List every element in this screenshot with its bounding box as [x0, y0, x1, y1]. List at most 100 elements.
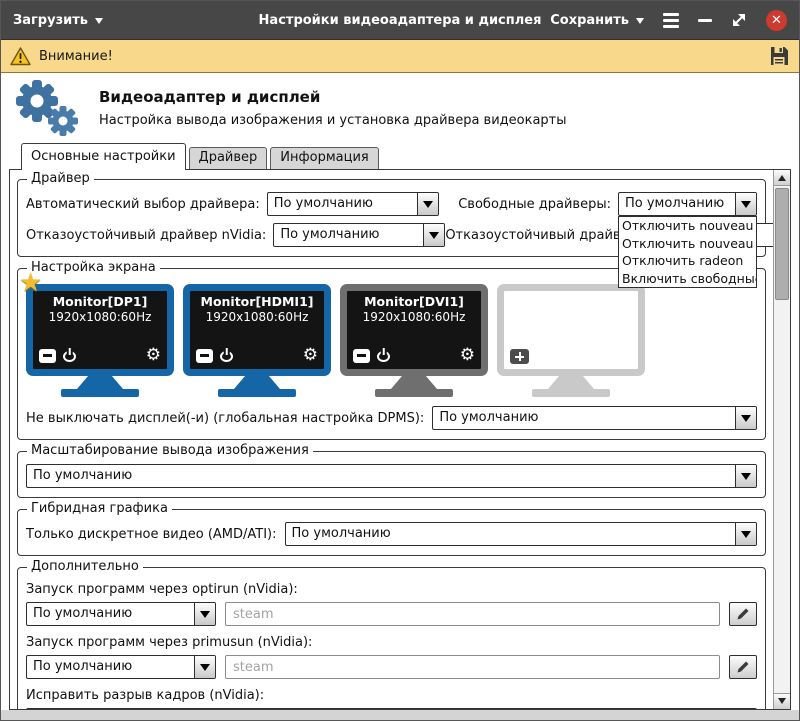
power-icon[interactable]: [220, 349, 233, 362]
monitor-stand: [548, 376, 594, 389]
dropdown-option[interactable]: Отключить radeon: [619, 252, 756, 270]
extra-group: Дополнительно Запуск программ через opti…: [17, 567, 766, 709]
page-subtitle: Настройка вывода изображения и установка…: [99, 113, 567, 128]
monitor-resolution: 1920x1080:60Hz: [353, 310, 475, 324]
tab-bar: Основные настройки Драйвер Информация: [1, 143, 799, 169]
discrete-video-label: Только дискретное видео (AMD/ATI):: [26, 527, 277, 542]
dropdown-option[interactable]: Отключить nouveau и: [619, 217, 756, 235]
disable-monitor-button[interactable]: [196, 349, 213, 363]
chevron-down-icon: [735, 523, 756, 545]
monitor-name: Monitor[DVI1]: [353, 294, 475, 309]
monitor-stand: [77, 376, 123, 389]
monitor-name: Monitor[DP1]: [39, 294, 161, 309]
vertical-scrollbar[interactable]: [773, 170, 790, 709]
scaling-group: Масштабирование вывода изображения По ум…: [17, 451, 766, 498]
power-icon[interactable]: [63, 349, 76, 362]
auto-driver-label: Автоматический выбор драйвера:: [26, 197, 260, 212]
add-monitor-button[interactable]: [510, 349, 529, 364]
monitor-card-hdmi1[interactable]: Monitor[HDMI1] 1920x1080:60Hz ⚙: [183, 284, 331, 397]
auto-driver-select[interactable]: По умолчанию: [267, 192, 439, 216]
monitor-card-dp1[interactable]: ★ Monitor[DP1] 1920x1080:60Hz ⚙: [26, 284, 174, 397]
minimize-button[interactable]: [698, 19, 712, 22]
monitor-resolution: 1920x1080:60Hz: [196, 310, 318, 324]
close-icon: ✕: [771, 14, 782, 27]
optirun-label: Запуск программ через optirun (nVidia):: [26, 582, 757, 597]
tab-information[interactable]: Информация: [270, 147, 378, 169]
content-panel: Драйвер Автоматический выбор драйвера: П…: [9, 169, 791, 710]
primusrun-label: Запуск программ через primusun (nVidia):: [26, 635, 757, 650]
tearing-fix-label: Исправить разрыв кадров (nVidia):: [26, 688, 757, 703]
pencil-icon: [736, 607, 750, 621]
monitor-stand: [234, 376, 280, 389]
failsafe-nvidia-label: Отказоустойчивый драйвер nVidia:: [26, 228, 266, 243]
page-header: Видеоадаптер и дисплей Настройка вывода …: [1, 73, 799, 143]
chevron-down-icon: [417, 193, 438, 215]
save-file-button[interactable]: [768, 45, 790, 67]
save-button[interactable]: Сохранить: [550, 13, 644, 28]
screen-group: Настройка экрана ★ Monitor[DP1] 1920x108…: [17, 268, 766, 440]
monitor-stand-base: [61, 389, 139, 397]
load-button[interactable]: Загрузить: [13, 13, 103, 28]
primusrun-select[interactable]: По умолчанию: [26, 655, 216, 679]
dropdown-option[interactable]: Отключить nouveau: [619, 235, 756, 253]
monitor-stand: [391, 376, 437, 389]
selected-value: По умолчанию: [27, 603, 194, 625]
scrollbar-track[interactable]: [774, 186, 790, 693]
chevron-down-icon: [735, 193, 756, 215]
monitor-stand-base: [218, 389, 296, 397]
free-drivers-select[interactable]: По умолчанию: [618, 192, 757, 216]
warning-text: Внимание!: [39, 49, 113, 64]
save-button-label: Сохранить: [550, 13, 629, 28]
monitor-settings-gear-icon[interactable]: ⚙: [146, 347, 161, 364]
monitor-name: Monitor[HDMI1]: [196, 294, 318, 309]
optirun-command-input[interactable]: [225, 602, 720, 626]
window-bottom-edge: [1, 710, 799, 720]
disable-monitor-button[interactable]: [39, 349, 56, 363]
tearing-fix-select[interactable]: По умолчанию: [26, 708, 757, 709]
scroll-down-button[interactable]: [774, 693, 790, 709]
screen-group-legend: Настройка экрана: [27, 260, 160, 275]
titlebar: Настройки видеоадаптера и дисплея Загруз…: [1, 1, 799, 39]
dropdown-option[interactable]: Включить свободные: [619, 270, 756, 288]
monitor-settings-gear-icon[interactable]: ⚙: [303, 347, 318, 364]
warning-triangle-icon: [10, 47, 31, 66]
primusrun-edit-button[interactable]: [729, 655, 757, 679]
close-button[interactable]: ✕: [766, 10, 787, 31]
selected-value: По умолчанию: [27, 656, 194, 678]
power-icon[interactable]: [377, 349, 390, 362]
scroll-up-button[interactable]: [774, 170, 790, 186]
primary-star-icon: ★: [19, 270, 42, 296]
monitor-card-dvi1[interactable]: Monitor[DVI1] 1920x1080:60Hz ⚙: [340, 284, 488, 397]
chevron-down-icon: [423, 224, 444, 246]
extra-group-legend: Дополнительно: [27, 559, 143, 574]
chevron-down-icon: [194, 603, 215, 625]
monitor-settings-gear-icon[interactable]: ⚙: [460, 347, 475, 364]
app-window: Настройки видеоадаптера и дисплея Загруз…: [0, 0, 800, 721]
tab-driver[interactable]: Драйвер: [189, 147, 268, 169]
chevron-down-icon: [95, 18, 103, 28]
scaling-select[interactable]: По умолчанию: [26, 464, 757, 488]
chevron-down-icon: [735, 407, 756, 429]
selected-value: По умолчанию: [619, 193, 735, 215]
optirun-select[interactable]: По умолчанию: [26, 602, 216, 626]
hybrid-graphics-group: Гибридная графика Только дискретное виде…: [17, 509, 766, 556]
scroll-content: Драйвер Автоматический выбор драйвера: П…: [10, 170, 773, 709]
hybrid-group-legend: Гибридная графика: [27, 501, 172, 516]
page-title: Видеоадаптер и дисплей: [99, 88, 567, 106]
tab-main-settings[interactable]: Основные настройки: [21, 143, 186, 170]
selected-value: По умолчанию: [433, 407, 735, 429]
scaling-group-legend: Масштабирование вывода изображения: [27, 443, 313, 458]
monitor-card-empty[interactable]: [497, 284, 645, 397]
monitor-stand-base: [532, 389, 610, 397]
dpms-select[interactable]: По умолчанию: [432, 406, 757, 430]
free-drivers-label: Свободные драйверы:: [458, 197, 611, 212]
disable-monitor-button[interactable]: [353, 349, 370, 363]
scrollbar-thumb[interactable]: [775, 188, 789, 300]
failsafe-nvidia-select[interactable]: По умолчанию: [273, 223, 445, 247]
primusrun-command-input[interactable]: [225, 655, 720, 679]
optirun-edit-button[interactable]: [729, 602, 757, 626]
discrete-video-select[interactable]: По умолчанию: [285, 522, 757, 546]
hamburger-menu-icon[interactable]: [663, 13, 679, 28]
free-drivers-dropdown-list: Отключить nouveau и Отключить nouveau От…: [618, 216, 757, 288]
maximize-button[interactable]: [731, 12, 747, 28]
